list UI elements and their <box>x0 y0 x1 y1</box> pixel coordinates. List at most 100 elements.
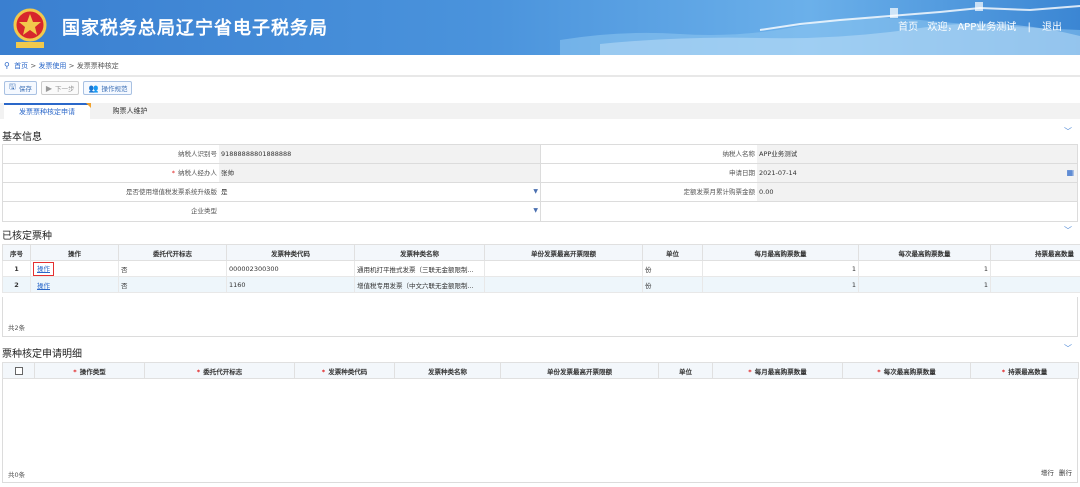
table-row[interactable]: 1 操作 否 000002300300 通用机打平推式发票（三联无金额限制...… <box>2 260 1080 277</box>
add-row-button[interactable]: 增行 <box>1041 469 1054 477</box>
breadcrumb-current: 发票票种核定 <box>76 62 119 70</box>
approved-types-footer <box>2 297 1078 337</box>
save-button[interactable]: 🖫 保存 <box>4 81 37 95</box>
chevron-down-icon[interactable]: ﹀ <box>1064 225 1072 236</box>
delete-row-button[interactable]: 删行 <box>1059 469 1072 477</box>
col-monthly: * 每月最高购票数量 <box>712 362 843 379</box>
logout-link[interactable]: 退出 <box>1042 22 1062 33</box>
required-mark: * <box>1001 367 1006 376</box>
site-title: 国家税务总局辽宁省电子税务局 <box>62 18 328 39</box>
cell-op: 操作 <box>30 260 119 277</box>
cell-name: 增值税专用发票（中文六联无金额限制... <box>354 276 485 293</box>
basic-info-form: 纳税人识别号 91888888801888888 纳税人名称 APP业务测试 *… <box>2 144 1078 222</box>
table-row[interactable]: 2 操作 否 1160 增值税专用发票（中文六联无金额限制... 份 1 1 1 <box>2 276 1080 293</box>
cell-unit: 份 <box>642 276 703 293</box>
operation-guide-button[interactable]: 👥 操作规范 <box>83 81 133 95</box>
cell-unit: 份 <box>642 260 703 277</box>
col-entrust-label: 委托代开标志 <box>203 367 243 376</box>
upgrade-select[interactable]: 是 ▼ <box>219 183 541 201</box>
apply-date-field[interactable]: 2021-07-14 ▦ <box>757 164 1077 182</box>
required-mark: * <box>748 367 752 376</box>
cell-limit <box>484 276 643 293</box>
col-hold: * 持票最高数量 <box>970 362 1079 379</box>
taxpayer-name-field: APP业务测试 <box>757 145 1077 163</box>
table-header-row: * 操作类型 * 委托代开标志 * 发票种类代码 发票种类名称 单份发票最高开票限额 … <box>2 362 1079 379</box>
separator: | <box>1027 22 1031 33</box>
calendar-icon[interactable]: ▦ <box>1066 164 1074 182</box>
operate-link[interactable]: 操作 <box>37 265 50 273</box>
required-mark: * <box>196 367 201 376</box>
basic-info-title: 基本信息 <box>2 132 42 143</box>
breadcrumb-separator: > <box>68 62 75 70</box>
taxpayer-name-label: 纳税人名称 <box>722 150 756 158</box>
detail-table: * 操作类型 * 委托代开标志 * 发票种类代码 发票种类名称 单份发票最高开票限额 … <box>2 362 1079 379</box>
col-monthly: 每月最高购票数量 <box>702 244 859 261</box>
tab-buyer-maintenance[interactable]: 购票人维护 <box>92 103 168 119</box>
guide-label: 操作规范 <box>101 85 128 93</box>
play-icon: ▶ <box>45 83 52 93</box>
cell-limit <box>484 260 643 277</box>
col-unit: 单位 <box>642 244 703 261</box>
required-mark: * <box>171 169 175 177</box>
toolbar: 🖫 保存 ▶ 下一步 👥 操作规范 <box>4 81 133 97</box>
tax-emblem-icon <box>13 8 47 48</box>
next-step-button[interactable]: ▶ 下一步 <box>40 81 80 95</box>
divider <box>0 75 1080 77</box>
col-name: 发票种类名称 <box>394 362 501 379</box>
table-header-row: 序号 操作 委托代开标志 发票种类代码 发票种类名称 单份发票最高开票限额 单位… <box>2 244 1080 261</box>
approved-types-title: 已核定票种 <box>2 231 52 242</box>
required-mark: * <box>73 367 77 376</box>
home-link[interactable]: 首页 <box>898 22 918 33</box>
col-limit: 单份发票最高开票限额 <box>500 362 659 379</box>
cell-each: 1 <box>858 260 991 277</box>
tab-bar: 发票票种核定申请 购票人维护 <box>0 103 1080 119</box>
next-label: 下一步 <box>54 85 75 93</box>
empty-label <box>541 202 757 221</box>
handler-field[interactable]: 张帅 <box>219 164 541 182</box>
record-count: 共2条 <box>8 324 26 332</box>
col-hold-label: 持票最高数量 <box>1008 367 1048 376</box>
detail-title: 票种核定申请明细 <box>2 349 82 360</box>
cell-op: 操作 <box>30 276 119 293</box>
welcome-text: 欢迎，APP业务测试 <box>927 22 1017 33</box>
col-op: 操作 <box>30 244 119 261</box>
select-all-checkbox[interactable] <box>2 362 35 379</box>
required-mark: * <box>321 367 326 376</box>
col-no: 序号 <box>2 244 31 261</box>
col-each: * 每次最高购票数量 <box>842 362 971 379</box>
cell-entrust: 否 <box>118 276 227 293</box>
operate-link[interactable]: 操作 <box>37 282 50 290</box>
breadcrumb-separator: > <box>30 62 37 70</box>
chevron-down-icon[interactable]: ﹀ <box>1064 343 1072 354</box>
col-limit: 单份发票最高开票限额 <box>484 244 643 261</box>
chevron-down-icon[interactable]: ﹀ <box>1064 126 1072 137</box>
save-label: 保存 <box>18 85 32 93</box>
cell-each: 1 <box>858 276 991 293</box>
taxpayer-id-field: 91888888801888888 <box>219 145 541 163</box>
dropdown-arrow-icon[interactable]: ▼ <box>533 183 538 201</box>
empty-field <box>757 202 1077 221</box>
dropdown-arrow-icon[interactable]: ▼ <box>533 202 538 220</box>
detail-body <box>2 379 1078 483</box>
col-op-type-label: 操作类型 <box>79 367 106 376</box>
col-each-label: 每次最高购票数量 <box>883 367 936 376</box>
col-code: 发票种类代码 <box>226 244 355 261</box>
record-count: 共0条 <box>8 471 26 479</box>
top-links: 首页 欢迎，APP业务测试 | 退出 <box>898 18 1062 33</box>
upgrade-label: 是否使用增值税发票系统升级版 <box>126 188 217 196</box>
cell-entrust: 否 <box>118 260 227 277</box>
cell-no: 2 <box>2 276 31 293</box>
enterprise-type-select[interactable]: ▼ <box>219 202 541 221</box>
required-mark: * <box>877 367 881 376</box>
breadcrumb-invoice-use[interactable]: 发票使用 <box>38 62 66 70</box>
row-ops: 增行 删行 <box>1041 467 1072 477</box>
col-entrust: * 委托代开标志 <box>144 362 295 379</box>
handler-label: * 纳税人经办人 <box>3 164 219 182</box>
breadcrumb-home[interactable]: 首页 <box>14 62 28 70</box>
tab-invoice-approval[interactable]: 发票票种核定申请 <box>4 103 91 119</box>
col-code: * 发票种类代码 <box>294 362 395 379</box>
col-monthly-label: 每月最高购票数量 <box>754 367 807 376</box>
location-pin-icon: ⚲ <box>4 61 10 70</box>
col-hold: 持票最高数量 <box>990 244 1080 261</box>
col-name: 发票种类名称 <box>354 244 485 261</box>
